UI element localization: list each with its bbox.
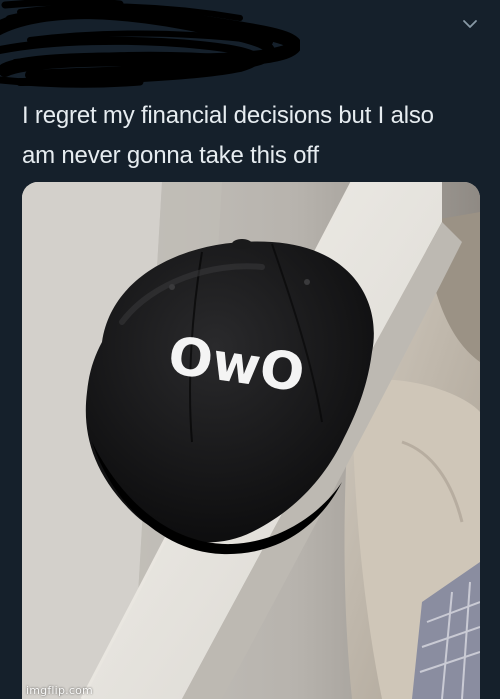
- tweet-screenshot: I regret my financial decisions but I al…: [0, 0, 500, 699]
- redaction-scribble: [0, 0, 300, 88]
- tweet-text-line-1: I regret my financial decisions but I al…: [22, 102, 434, 129]
- imgflip-watermark: imgflip.com: [26, 684, 93, 697]
- tweet-text-line-2: am never gonna take this off: [22, 142, 319, 169]
- chevron-down-icon[interactable]: [460, 14, 480, 34]
- photo-hat-on-couch: OwO: [22, 182, 480, 699]
- tweet-photo[interactable]: OwO imgflip.com: [22, 182, 480, 699]
- tweet-text: I regret my financial decisions but I al…: [22, 96, 482, 176]
